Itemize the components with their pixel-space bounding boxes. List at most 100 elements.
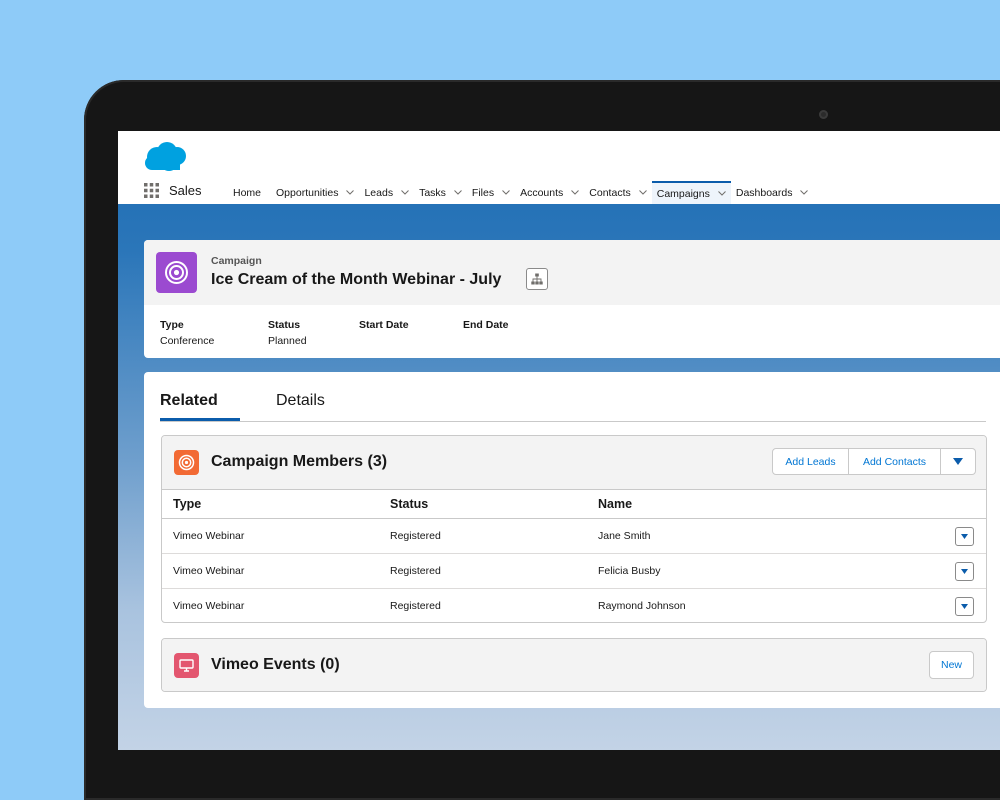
row-actions-button[interactable] xyxy=(955,526,974,546)
field-label: End Date xyxy=(463,319,509,331)
card-title[interactable]: Vimeo Events (0) xyxy=(211,656,340,674)
nav-item-tasks[interactable]: Tasks xyxy=(414,181,467,204)
nav-item-label: Opportunities xyxy=(276,186,339,199)
target-icon xyxy=(178,454,195,471)
nav-item-contacts[interactable]: Contacts xyxy=(584,181,651,204)
field-start-date: Start Date xyxy=(359,319,409,335)
hierarchy-button[interactable] xyxy=(526,268,548,290)
salesforce-logo[interactable] xyxy=(144,141,188,173)
related-panel: Related Details Campaign Members (3) Add… xyxy=(144,372,1000,708)
card-title[interactable]: Campaign Members (3) xyxy=(211,453,387,471)
nav-bar: Home Opportunities Leads Tasks Files Acc… xyxy=(228,181,813,204)
active-tab-indicator xyxy=(160,418,240,421)
nav-item-label: Accounts xyxy=(520,186,564,199)
hierarchy-icon xyxy=(531,273,543,285)
field-value: Planned xyxy=(268,335,307,347)
record-fields: Type Conference Status Planned Start Dat… xyxy=(144,305,1000,358)
tab-related[interactable]: Related xyxy=(160,392,218,410)
nav-item-campaigns[interactable]: Campaigns xyxy=(651,181,731,204)
nav-item-label: Contacts xyxy=(589,186,631,199)
nav-item-accounts[interactable]: Accounts xyxy=(515,181,584,204)
add-contacts-button[interactable]: Add Contacts xyxy=(849,448,941,475)
chevron-down-icon[interactable] xyxy=(401,190,409,195)
nav-item-leads[interactable]: Leads xyxy=(359,181,414,204)
cell-actions xyxy=(946,553,986,589)
new-button[interactable]: New xyxy=(929,651,974,679)
cell-status: Registered xyxy=(390,553,598,589)
cell-type: Vimeo Webinar xyxy=(173,600,245,612)
cell-name[interactable]: Raymond Johnson xyxy=(598,589,946,623)
nav-item-label: Campaigns xyxy=(656,187,710,200)
nav-item-label: Dashboards xyxy=(735,186,793,199)
more-actions-button[interactable] xyxy=(941,448,976,475)
add-leads-button[interactable]: Add Leads xyxy=(772,448,849,475)
field-type: Type Conference xyxy=(160,319,214,347)
chevron-down-icon[interactable] xyxy=(502,190,510,195)
column-header-actions xyxy=(946,489,986,519)
app-name: Sales xyxy=(169,183,202,198)
row-actions-button[interactable] xyxy=(955,561,974,581)
record-title: Ice Cream of the Month Webinar - July xyxy=(211,271,502,288)
cell-name[interactable]: Felicia Busby xyxy=(598,553,946,589)
app-launcher-icon[interactable] xyxy=(144,183,159,198)
nav-item-label: Leads xyxy=(364,186,394,199)
chevron-down-icon xyxy=(961,568,968,574)
cell-status: Registered xyxy=(390,518,598,554)
campaign-members-icon xyxy=(174,450,199,475)
record-tabs: Related Details xyxy=(160,380,986,422)
field-label: Start Date xyxy=(359,319,409,331)
vimeo-events-card: Vimeo Events (0) New xyxy=(161,638,987,692)
campaign-members-card: Campaign Members (3) Add Leads Add Conta… xyxy=(161,435,987,623)
table-row: Vimeo Webinar Registered Raymond Johnson xyxy=(162,589,986,623)
chevron-down-icon xyxy=(961,533,968,539)
field-status: Status Planned xyxy=(268,319,307,347)
chevron-down-icon[interactable] xyxy=(454,190,462,195)
cell-name[interactable]: Jane Smith xyxy=(598,518,946,554)
row-actions-button[interactable] xyxy=(955,596,974,616)
nav-item-label: Files xyxy=(471,186,495,199)
field-value: Conference xyxy=(160,335,215,347)
chevron-down-icon[interactable] xyxy=(638,190,647,195)
field-label: Type xyxy=(160,319,184,331)
nav-item-files[interactable]: Files xyxy=(467,181,515,204)
chevron-down-icon[interactable] xyxy=(718,191,726,196)
global-header: Sales Home Opportunities Leads Tasks Fil… xyxy=(118,131,1000,204)
card-header: Campaign Members (3) Add Leads Add Conta… xyxy=(162,436,986,489)
column-header-name[interactable]: Name xyxy=(598,489,946,519)
chevron-down-icon[interactable] xyxy=(800,190,809,195)
card-actions: Add Leads Add Contacts xyxy=(772,448,976,475)
cell-actions xyxy=(946,518,986,554)
campaign-icon xyxy=(156,252,197,293)
cell-actions xyxy=(946,589,986,623)
record-object-type: Campaign xyxy=(211,255,262,267)
nav-item-label: Tasks xyxy=(419,186,446,199)
nav-item-home[interactable]: Home xyxy=(228,181,266,204)
record-header-card: Campaign Ice Cream of the Month Webinar … xyxy=(144,240,1000,358)
field-end-date: End Date xyxy=(463,319,509,335)
monitor-icon xyxy=(179,659,194,672)
nav-item-opportunities[interactable]: Opportunities xyxy=(271,181,359,204)
tab-details[interactable]: Details xyxy=(276,392,325,410)
nav-item-label: Home xyxy=(233,186,262,199)
field-label: Status xyxy=(268,319,301,331)
card-header: Vimeo Events (0) New xyxy=(162,639,986,691)
chevron-down-icon[interactable] xyxy=(571,190,580,195)
chevron-down-icon xyxy=(953,458,963,465)
target-icon xyxy=(165,261,188,284)
nav-item-dashboards[interactable]: Dashboards xyxy=(731,181,814,204)
cell-type: Vimeo Webinar xyxy=(162,553,390,589)
column-header-type[interactable]: Type xyxy=(162,489,390,519)
chevron-down-icon xyxy=(961,603,968,609)
camera-dot xyxy=(819,110,828,119)
table-header-row: Type Status Name xyxy=(162,489,986,519)
app-screen: Sales Home Opportunities Leads Tasks Fil… xyxy=(118,131,1000,750)
cell-status: Registered xyxy=(390,600,441,612)
record-highlights: Campaign Ice Cream of the Month Webinar … xyxy=(144,240,1000,305)
chevron-down-icon[interactable] xyxy=(346,190,355,195)
table-row: Vimeo Webinar Registered Jane Smith xyxy=(162,518,986,554)
table-row: Vimeo Webinar Registered Felicia Busby xyxy=(162,553,986,589)
column-header-status[interactable]: Status xyxy=(390,489,598,519)
vimeo-events-icon xyxy=(174,653,199,678)
campaign-members-table: Type Status Name Vimeo Webinar Registere… xyxy=(162,489,986,623)
cell-type: Vimeo Webinar xyxy=(162,518,390,554)
